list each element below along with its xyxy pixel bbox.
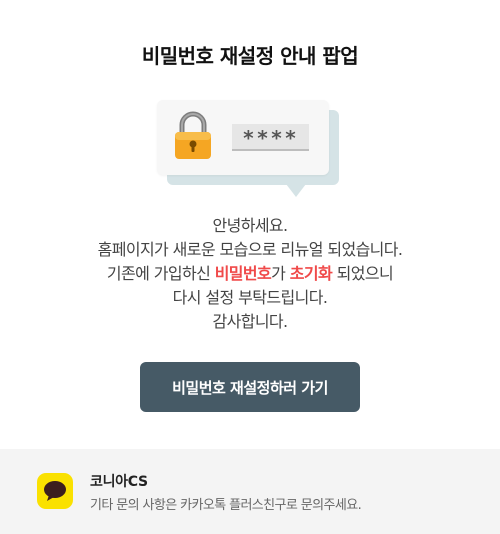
kakao-chat-icon <box>44 481 66 501</box>
password-illustration: **** <box>157 100 342 200</box>
notice-message: 안녕하세요. 홈페이지가 새로운 모습으로 리뉴얼 되었습니다. 기존에 가입하… <box>0 214 500 334</box>
message-line: 감사합니다. <box>212 312 288 331</box>
highlight-reset: 초기화 <box>289 264 333 283</box>
highlight-password: 비밀번호 <box>214 264 272 283</box>
message-line: 기존에 가입하신 비밀번호가 초기화 되었으니 <box>0 262 500 286</box>
message-text: 되었으니 <box>332 264 394 283</box>
lock-icon <box>175 111 211 159</box>
speech-bubble: **** <box>157 100 329 175</box>
message-line: 홈페이지가 새로운 모습으로 리뉴얼 되었습니다. <box>97 240 403 259</box>
cs-description: 기타 문의 사항은 카카오톡 플러스친구로 문의주세요. <box>90 498 362 513</box>
popup-title: 비밀번호 재설정 안내 팝업 <box>141 44 359 68</box>
bubble-tail <box>286 184 306 197</box>
password-mask: **** <box>232 124 309 151</box>
message-line: 다시 설정 부탁드립니다. <box>172 288 328 307</box>
message-text: 가 <box>271 264 290 283</box>
reset-password-button[interactable]: 비밀번호 재설정하러 가기 <box>140 362 360 412</box>
password-reset-popup: 비밀번호 재설정 안내 팝업 **** 안녕하세요. 홈페이지가 새로운 모습으… <box>0 0 500 534</box>
cs-footer: 코니아CS 기타 문의 사항은 카카오톡 플러스친구로 문의주세요. <box>0 449 500 534</box>
message-line: 안녕하세요. <box>212 216 288 235</box>
cs-name: 코니아CS <box>90 474 148 490</box>
kakao-channel-link[interactable] <box>37 473 73 509</box>
message-text: 기존에 가입하신 <box>106 264 215 283</box>
